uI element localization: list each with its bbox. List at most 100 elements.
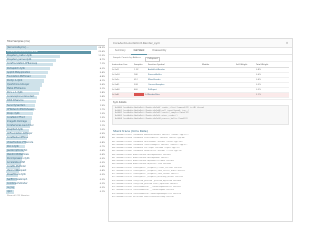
hotspot-marker [134, 93, 144, 96]
list-item-label: Combine.Publisher [7, 181, 28, 185]
stack-frame[interactable]: #19 0x00007ff81f01 HIToolbox RunCurrentE… [112, 196, 289, 199]
list-item-label: libobjc.A.dylib [7, 78, 23, 82]
list-item-label: CoreGraphics.CGContext [7, 95, 35, 99]
column-header[interactable]: Function Symbol [148, 63, 202, 67]
stack-trace: #00 0x00007ff81a2f CoreAudio AudioUnitRe… [112, 134, 289, 206]
tab-summary[interactable]: Summary [112, 48, 129, 54]
samples-table: Instruction Line Samples Function Symbol Mo… [112, 63, 289, 98]
table-cell: 612 [134, 79, 138, 81]
table-cell: 466 [134, 89, 138, 91]
list-item-label: AVFoundation.AVPlayer [7, 132, 33, 136]
table-cell: MixerRender [148, 79, 161, 81]
list-item-label: libxpc.dylib [7, 111, 20, 115]
list-item-label: CoreMedia.CMTime [7, 136, 29, 140]
list-item-label: Metal.MTLDevice [7, 87, 26, 91]
column-header[interactable]: Self Weight [236, 63, 256, 67]
column-header[interactable]: Module [202, 63, 236, 67]
table-cell: 2.1% [256, 94, 262, 96]
list-item-label: CoreServices.LaunchSvc [7, 124, 34, 128]
table-cell [236, 78, 256, 82]
table-cell: 0x1a34 [112, 74, 120, 76]
column-header[interactable]: Total Weight [256, 63, 278, 67]
summary-line: 0x0004 CoreAudio.AudioUnit.Render+0x1a34… [115, 117, 188, 120]
table-cell: ConvertSamples [148, 84, 165, 86]
table-cell [236, 88, 256, 92]
list-item-label: libsqlite3.dylib [7, 128, 23, 132]
list-item-label: os_log [7, 185, 14, 189]
table-cell: 0x1a2f [112, 69, 119, 71]
list-item-label: JavaScriptCore.JSC [7, 148, 28, 152]
list-item-label: CoreFoundation.CFRunLoop [7, 62, 38, 66]
list-item-label: libz.1.dylib [7, 144, 19, 148]
summary-box: 0x0000 CoreAudio.AudioUnit.Render+0x1a4f… [112, 105, 289, 125]
list-item-label: IOKit.IOService [7, 99, 24, 103]
list-item-percent: 0.1% [99, 190, 105, 193]
tab-call-stack[interactable]: Call Stack [130, 48, 148, 55]
table-cell: 508 [134, 84, 138, 86]
table-cell [202, 73, 236, 77]
table-cell: 0x1a3c [112, 79, 120, 81]
tab-disassembly[interactable]: Disassembly [149, 48, 169, 54]
list-item-label: libsystem_malloc.dylib [7, 54, 32, 58]
list-item-label: libdispatch.dylib [7, 66, 25, 70]
table-cell [236, 83, 256, 87]
table-cell [202, 68, 236, 72]
table-cell: 0x1a41 [112, 84, 120, 86]
table-body: 0x1a2f 1.2K AudioUnitRender 0.8% 0x1a34 940 Pr… [112, 68, 289, 98]
detail-panel: CoreAudio.AudioUnit.Render_sym × Summary… [108, 38, 293, 222]
table-cell: ProcessBuffer [148, 74, 162, 76]
table-cell: 0.3% [256, 89, 262, 91]
list-item-label: Vision.VNRequest [7, 169, 27, 173]
subbar-label: Sample Counts by Address [113, 57, 141, 59]
list-item-label: CFNetwork.NSURLSession [7, 107, 36, 111]
table-cell [236, 73, 256, 77]
table-cell: 0.8% [256, 69, 262, 71]
detail-subbar: Sample Counts by Address Collapsed [109, 55, 292, 62]
table-cell: 0.6% [256, 74, 262, 76]
list-item-label: Security.SecItem [7, 103, 26, 107]
close-icon[interactable]: × [285, 41, 289, 45]
library-list-pane: Total Samples (ms) [kernel.kallsyms] ...… [6, 40, 105, 198]
list-item-label: Foundation.NSThread [7, 74, 31, 78]
table-cell [202, 78, 236, 82]
table-cell: 1.2K [134, 69, 139, 71]
list-item-label: CoreAudio.AudioUnit.Render [7, 50, 39, 54]
list-item-label: libsystem_kernel.dylib [7, 58, 32, 62]
list-item-label: libcompression.dylib [7, 156, 30, 160]
list-item-label: CoreText.CTFont [7, 115, 25, 119]
list-item-label: CoreML.MLModel [7, 165, 26, 169]
library-list: [kernel.kallsyms] ... 24.3% CoreAudio.Audi… [6, 46, 105, 194]
table-cell: 3.4K [134, 93, 148, 97]
table-cell [202, 93, 236, 97]
table-cell: 0x1a4f [112, 94, 119, 96]
list-item-label: Accelerate.vDSP [7, 161, 25, 165]
table-row[interactable]: 0x1a4f 3.4KRenderSlice 2.1% [112, 93, 289, 98]
list-item-label: AppKit.NSApplication [7, 70, 31, 74]
table-cell [202, 83, 236, 87]
table-cell: 0.4% [256, 79, 262, 81]
show-all-link[interactable]: Show all 212 libraries [6, 194, 105, 198]
list-item-label: VideoToolbox.VTDecode [7, 140, 34, 144]
table-cell: RenderSlice [148, 94, 160, 96]
list-item[interactable]: dyld 0.1% [6, 190, 105, 194]
table-cell [202, 88, 236, 92]
list-item-label: libc++.1.dylib [7, 91, 23, 95]
table-cell [236, 68, 256, 72]
table-cell: AudioUnitRender [148, 69, 165, 71]
table-cell [236, 93, 256, 97]
column-header[interactable]: Instruction Line [112, 63, 134, 67]
list-item-label: ImageIO.CGImage [7, 119, 27, 123]
list-item-label: [kernel.kallsyms] ... [7, 46, 29, 49]
list-item-label: SwiftUI.ViewGraph [7, 177, 28, 181]
detail-tabs: Summary Call Stack Disassembly [109, 48, 292, 55]
list-item-label: libswiftCore.dylib [7, 173, 26, 177]
list-item-label: WebKit.WKWebView [7, 152, 29, 156]
collapse-toggle[interactable]: Collapsed [144, 56, 161, 62]
list-item-label: dyld [7, 189, 12, 193]
table-cell: PullInput [148, 89, 157, 91]
list-item-label: QuartzCore.CALayer [7, 82, 30, 86]
table-cell: 0x1a48 [112, 89, 120, 91]
table-cell: 0.3% [256, 84, 262, 86]
column-header[interactable]: Samples [134, 63, 148, 67]
table-cell: 940 [134, 74, 138, 76]
